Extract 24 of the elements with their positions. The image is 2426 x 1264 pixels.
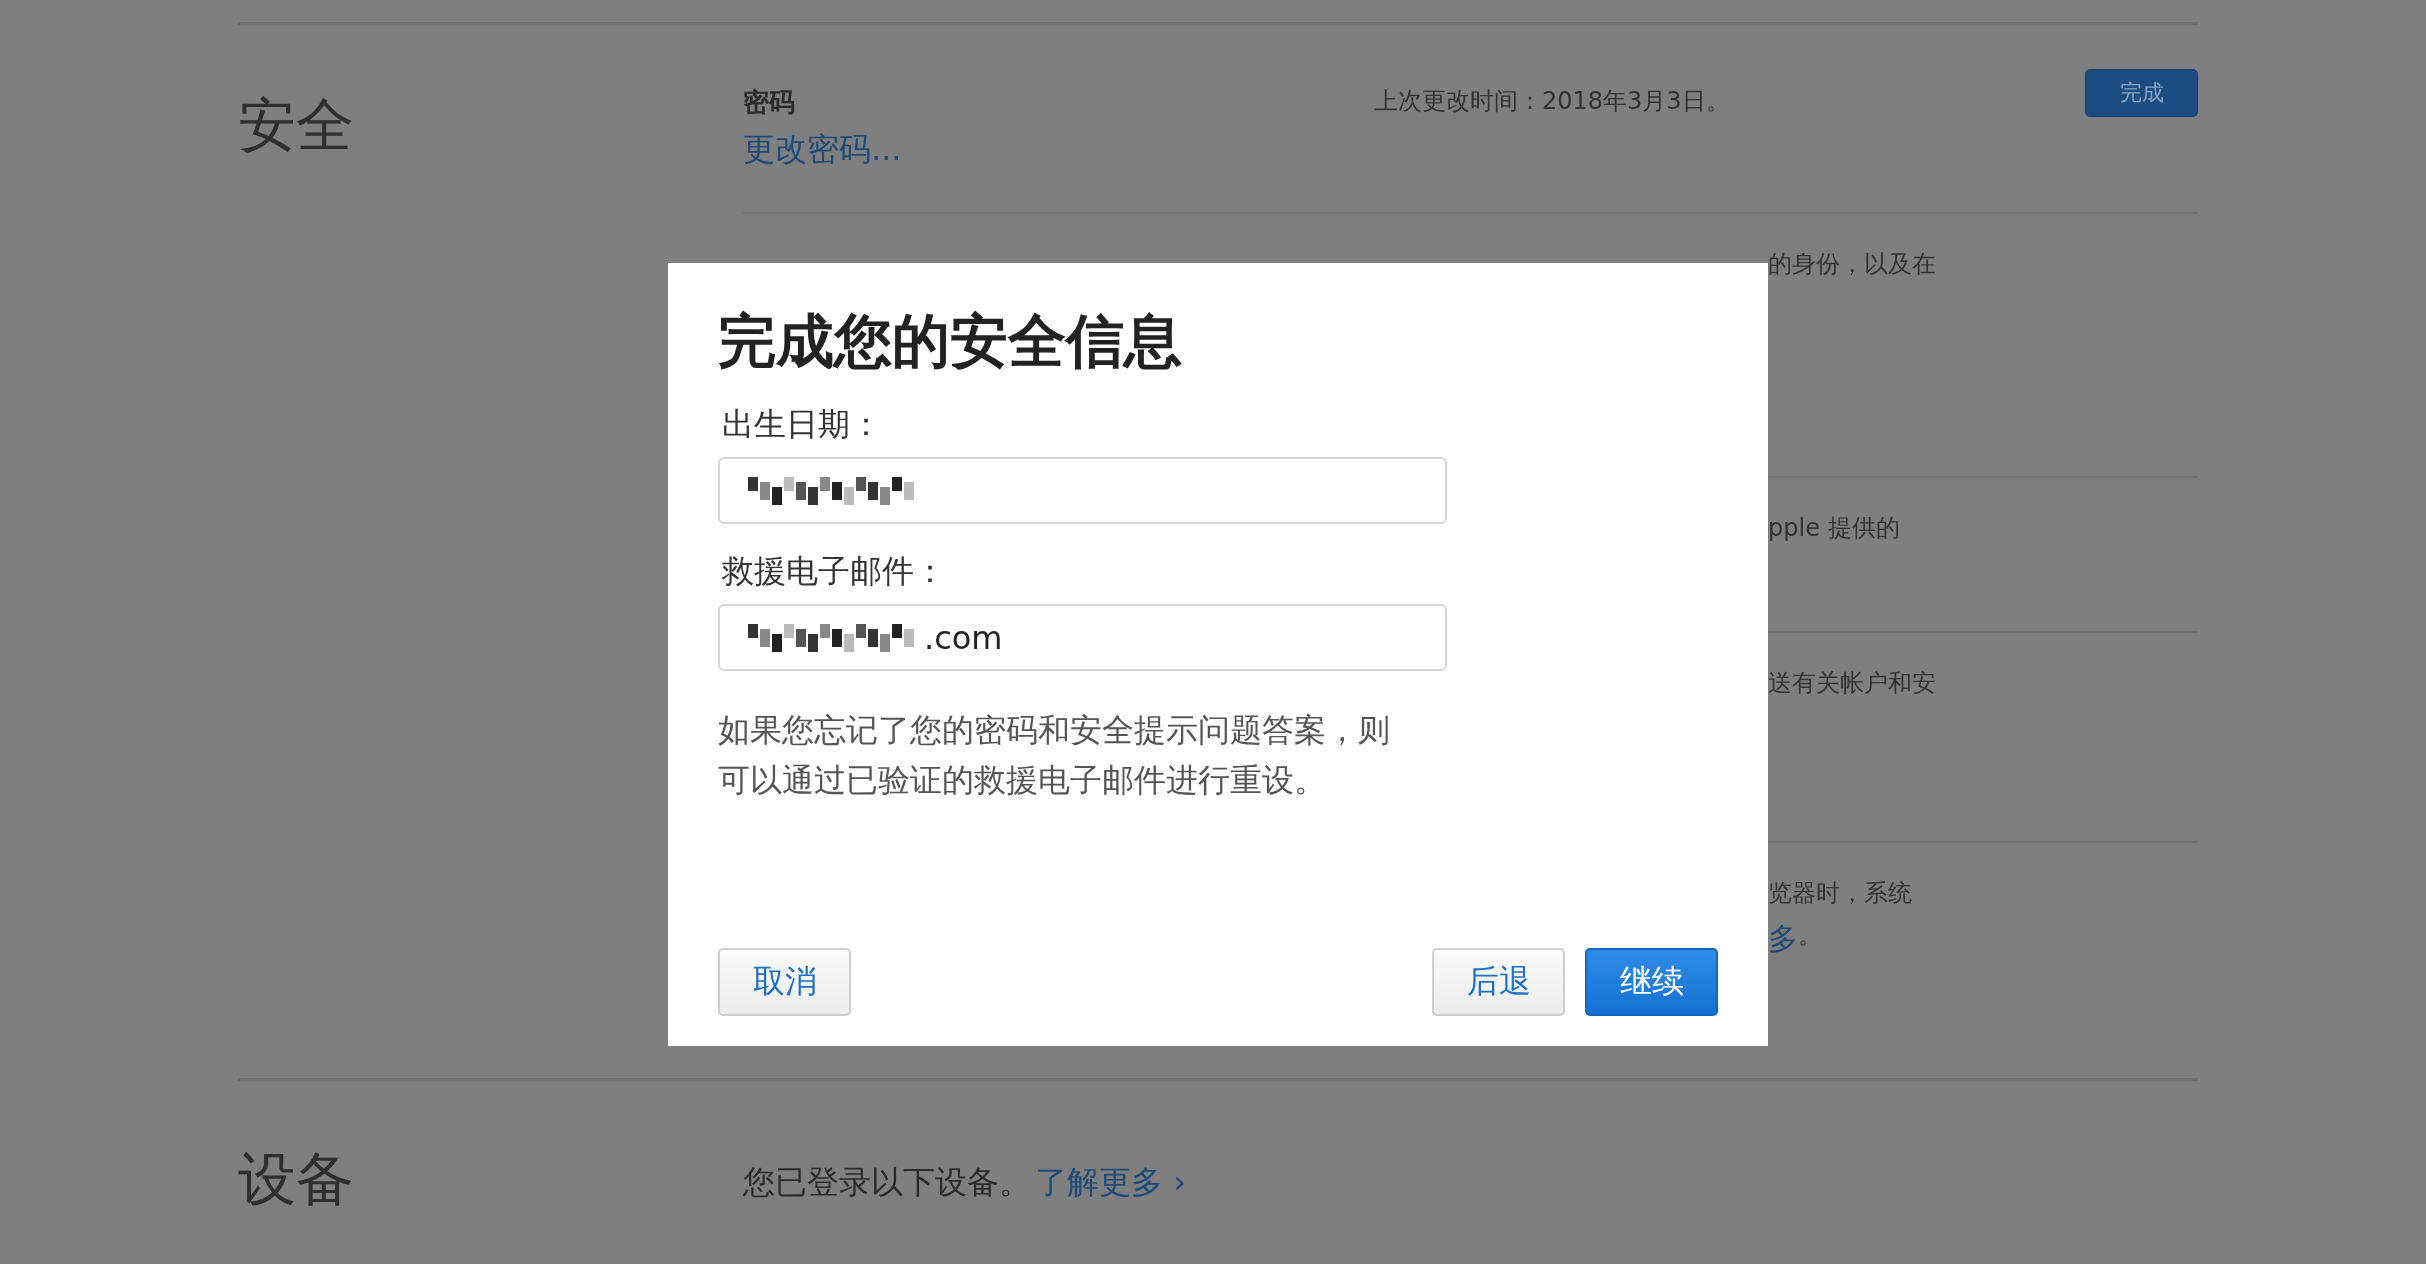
help-text: 如果您忘记了您的密码和安全提示问题答案，则可以通过已验证的救援电子邮件进行重设。 bbox=[718, 710, 1391, 801]
devices-intro-text: 您已登录以下设备。 bbox=[743, 1162, 1031, 1203]
description-text: 。 bbox=[1798, 920, 1822, 951]
section-heading: 安全 bbox=[238, 90, 354, 161]
continue-button[interactable]: 继续 bbox=[1585, 948, 1718, 1016]
cancel-button[interactable]: 取消 bbox=[718, 948, 851, 1016]
change-password-link[interactable]: 更改密码... bbox=[743, 128, 902, 172]
description-text: pple 提供的 bbox=[1768, 513, 1900, 544]
input-field[interactable]: .com bbox=[718, 604, 1447, 671]
learn-more-link[interactable]: 了解更多 › bbox=[1035, 1161, 1186, 1205]
field-label: 救援电子邮件： bbox=[722, 551, 946, 592]
field-label: 出生日期： bbox=[722, 404, 882, 445]
dialog-title: 完成您的安全信息 bbox=[718, 306, 1182, 377]
learn-more-link[interactable]: 多 bbox=[1768, 919, 1798, 960]
description-text: 送有关帐户和安 bbox=[1768, 668, 1936, 699]
row-label: 密码 bbox=[743, 86, 795, 119]
field-value: .com bbox=[924, 618, 1003, 657]
description-text: 上次更改时间：2018年3月3日。 bbox=[1374, 86, 1730, 117]
section-heading: 设备 bbox=[238, 1144, 354, 1215]
description-text: 览器时，系统 bbox=[1768, 878, 1912, 909]
back-button[interactable]: 后退 bbox=[1432, 948, 1565, 1016]
input-field[interactable] bbox=[718, 457, 1447, 524]
description-text: 的身份，以及在 bbox=[1768, 249, 1936, 280]
done-button[interactable]: 完成 bbox=[2085, 69, 2198, 117]
